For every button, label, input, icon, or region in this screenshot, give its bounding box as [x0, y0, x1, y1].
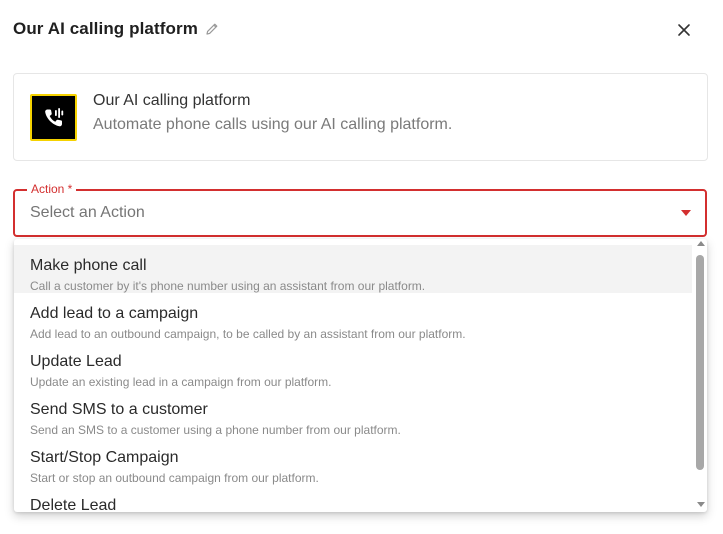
scroll-down-arrow-icon[interactable] [697, 502, 705, 507]
app-description: Automate phone calls using our AI callin… [93, 116, 453, 133]
option-description: Add lead to an outbound campaign, to be … [30, 327, 466, 341]
option-description: Call a customer by it's phone number usi… [30, 279, 426, 293]
action-dropdown-menu: Make phone call Call a customer by it's … [14, 239, 707, 512]
option-start-stop-campaign[interactable]: Start/Stop Campaign Start or stop an out… [14, 437, 692, 485]
option-add-lead-to-campaign[interactable]: Add lead to a campaign Add lead to an ou… [14, 293, 692, 341]
option-title: Send SMS to a customer [30, 401, 208, 418]
app-name: Our AI calling platform [93, 92, 251, 109]
action-placeholder: Select an Action [30, 204, 145, 221]
option-title: Start/Stop Campaign [30, 449, 179, 466]
option-title: Make phone call [30, 257, 147, 274]
phone-call-icon [44, 107, 63, 126]
scroll-up-arrow-icon[interactable] [697, 241, 705, 246]
app-logo [30, 94, 77, 141]
option-delete-lead[interactable]: Delete Lead [14, 485, 692, 512]
option-title: Update Lead [30, 353, 122, 370]
option-make-phone-call[interactable]: Make phone call Call a customer by it's … [14, 245, 692, 293]
option-update-lead[interactable]: Update Lead Update an existing lead in a… [14, 341, 692, 389]
option-description: Send an SMS to a customer using a phone … [30, 423, 401, 437]
close-icon [678, 24, 690, 36]
header: Our AI calling platform [13, 16, 220, 42]
option-title: Add lead to a campaign [30, 305, 199, 322]
pencil-icon[interactable] [204, 21, 220, 37]
option-description: Update an existing lead in a campaign fr… [30, 375, 332, 389]
option-send-sms[interactable]: Send SMS to a customer Send an SMS to a … [14, 389, 692, 437]
app-card: Our AI calling platform Automate phone c… [13, 73, 708, 161]
caret-down-icon[interactable] [681, 210, 691, 216]
page-title: Our AI calling platform [13, 19, 198, 38]
action-label: Action * [27, 182, 77, 196]
scrollbar-thumb[interactable] [696, 255, 704, 470]
option-title: Delete Lead [30, 497, 117, 512]
close-button[interactable] [672, 18, 696, 42]
action-select[interactable]: Action * Select an Action [13, 182, 707, 237]
option-description: Start or stop an outbound campaign from … [30, 471, 319, 485]
dropdown-scrollbar[interactable] [694, 239, 707, 512]
